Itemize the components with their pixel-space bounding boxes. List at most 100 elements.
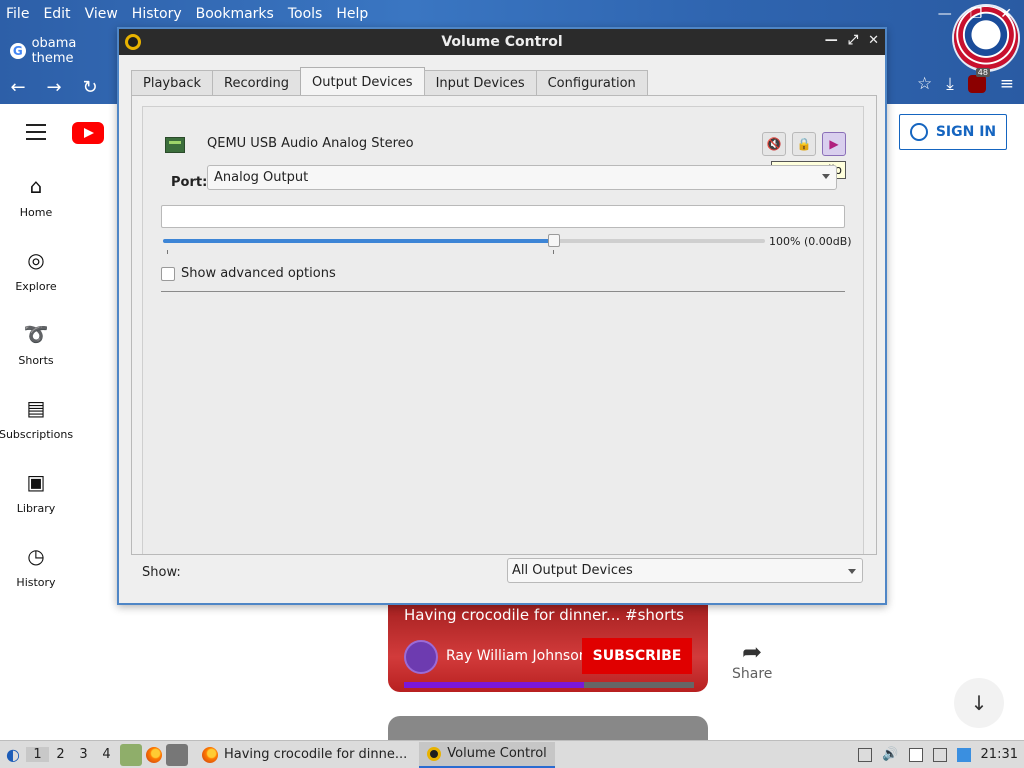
forward-icon[interactable]: → bbox=[36, 77, 72, 98]
tab-recording[interactable]: Recording bbox=[212, 70, 302, 96]
sound-card-icon bbox=[165, 137, 185, 153]
network-icon[interactable] bbox=[932, 747, 947, 762]
workspace-4[interactable]: 4 bbox=[95, 747, 118, 762]
start-menu-icon[interactable]: ◐ bbox=[0, 742, 26, 768]
sidebar-item-label: Subscriptions bbox=[0, 428, 74, 441]
workspace-3[interactable]: 3 bbox=[72, 747, 95, 762]
firefox-launcher-icon[interactable] bbox=[146, 746, 162, 763]
divider bbox=[161, 291, 845, 292]
advanced-options-checkbox[interactable] bbox=[161, 266, 175, 281]
library-icon: ▣ bbox=[26, 470, 46, 494]
shorts-icon: ➰ bbox=[23, 322, 49, 346]
home-icon: ⌂ bbox=[29, 174, 43, 198]
show-label: Show: bbox=[142, 565, 181, 580]
youtube-logo-icon[interactable] bbox=[72, 122, 104, 144]
video-progress-bar[interactable] bbox=[404, 682, 694, 688]
sidebar-item-library[interactable]: ▣ Library bbox=[0, 470, 72, 544]
close-icon[interactable]: ✕ bbox=[1000, 6, 1012, 22]
sidebar-item-history[interactable]: ◷ History bbox=[0, 544, 72, 618]
reload-icon[interactable]: ↻ bbox=[72, 77, 108, 98]
hamburger-menu-icon[interactable]: ≡ bbox=[1000, 74, 1014, 94]
sidebar-item-explore[interactable]: ◎ Explore bbox=[0, 248, 72, 322]
pavucontrol-icon bbox=[427, 746, 442, 761]
sidebar-item-shorts[interactable]: ➰ Shorts bbox=[0, 322, 72, 396]
menu-bookmarks[interactable]: Bookmarks bbox=[196, 6, 274, 22]
menu-view[interactable]: View bbox=[85, 6, 118, 22]
show-dropdown[interactable]: All Output Devices bbox=[507, 558, 863, 583]
history-icon: ◷ bbox=[27, 544, 45, 568]
short-video-card[interactable]: Having crocodile for dinner... #shorts R… bbox=[388, 604, 708, 692]
share-arrow-icon: ➦ bbox=[741, 638, 763, 666]
clipboard-icon[interactable] bbox=[908, 747, 923, 762]
scroll-down-icon[interactable]: ↓ bbox=[954, 678, 1004, 728]
task-volume-control[interactable]: Volume Control bbox=[419, 741, 555, 768]
task-firefox[interactable]: Having crocodile for dinne... bbox=[194, 742, 415, 768]
maximize-icon[interactable]: ❐ bbox=[970, 6, 983, 22]
file-manager-icon[interactable] bbox=[120, 743, 142, 766]
back-icon[interactable]: ← bbox=[0, 77, 36, 98]
show-value: All Output Devices bbox=[512, 563, 633, 578]
firefox-window-controls: — ❐ ✕ bbox=[938, 6, 1012, 22]
menu-history[interactable]: History bbox=[132, 6, 182, 22]
menu-help[interactable]: Help bbox=[336, 6, 368, 22]
system-tray: 🔊 21:31 bbox=[858, 747, 1024, 762]
advanced-options-label: Show advanced options bbox=[181, 266, 336, 281]
download-icon[interactable]: ⤓ bbox=[946, 74, 954, 94]
google-icon: G bbox=[10, 43, 26, 59]
minimize-icon[interactable]: — bbox=[938, 6, 952, 22]
sidebar-item-label: History bbox=[16, 576, 56, 589]
tray-app-icon[interactable] bbox=[858, 747, 873, 762]
tab-configuration[interactable]: Configuration bbox=[535, 70, 648, 96]
lock-channels-icon[interactable]: 🔒 bbox=[792, 132, 816, 156]
sidebar-item-label: Explore bbox=[15, 280, 57, 293]
sidebar-item-subscriptions[interactable]: ▤ Subscriptions bbox=[0, 396, 74, 470]
close-icon[interactable]: ✕ bbox=[868, 33, 879, 48]
port-label: Port: bbox=[171, 175, 208, 190]
yt-sidebar: ⌂ Home ◎ Explore ➰ Shorts ▤ Subscriptions ▣ L… bbox=[0, 174, 74, 618]
tab-output-devices[interactable]: Output Devices bbox=[300, 67, 425, 96]
device-name: QEMU USB Audio Analog Stereo bbox=[207, 136, 414, 151]
volume-slider-handle[interactable] bbox=[548, 234, 561, 247]
sign-in-button[interactable]: SIGN IN bbox=[899, 114, 1007, 150]
task-label: Having crocodile for dinne... bbox=[224, 747, 408, 762]
maximize-icon[interactable]: ⤢ bbox=[848, 33, 858, 48]
device-list: QEMU USB Audio Analog Stereo 🔇 🔒 ▶ Mute … bbox=[142, 106, 864, 554]
sidebar-item-home[interactable]: ⌂ Home bbox=[0, 174, 72, 248]
menu-tools[interactable]: Tools bbox=[288, 6, 323, 22]
task-label: Volume Control bbox=[447, 746, 547, 761]
video-progress-fill bbox=[404, 682, 584, 688]
volume-slider[interactable] bbox=[163, 234, 765, 247]
channel-name[interactable]: Ray William Johnson bbox=[446, 648, 588, 664]
notification-icon[interactable] bbox=[956, 747, 971, 762]
short-title[interactable]: Having crocodile for dinner... #shorts bbox=[404, 606, 684, 624]
firefox-tab[interactable]: G obama theme bbox=[0, 36, 120, 66]
pavucontrol-app-icon bbox=[125, 34, 141, 50]
share-button[interactable]: ➦ Share bbox=[732, 638, 772, 682]
tab-input-devices[interactable]: Input Devices bbox=[423, 70, 537, 96]
volume-control-window: Volume Control — ⤢ ✕ Playback Recording … bbox=[117, 27, 887, 605]
volume-icon[interactable]: 🔊 bbox=[882, 747, 898, 762]
menu-file[interactable]: File bbox=[6, 6, 29, 22]
channel-avatar[interactable] bbox=[404, 640, 438, 674]
menu-edit[interactable]: Edit bbox=[43, 6, 70, 22]
account-icon bbox=[909, 123, 928, 141]
workspace-1[interactable]: 1 bbox=[26, 747, 49, 762]
tab-playback[interactable]: Playback bbox=[131, 70, 214, 96]
tab-bar: Playback Recording Output Devices Input … bbox=[131, 67, 648, 96]
window-titlebar[interactable]: Volume Control — ⤢ ✕ bbox=[119, 29, 885, 55]
sidebar-item-label: Library bbox=[16, 502, 56, 515]
bookmark-star-icon[interactable]: ☆ bbox=[917, 74, 932, 94]
advanced-options-toggle[interactable]: Show advanced options bbox=[161, 266, 336, 281]
subscribe-button[interactable]: SUBSCRIBE bbox=[582, 638, 692, 674]
next-short-card[interactable] bbox=[388, 716, 708, 740]
port-dropdown[interactable]: Analog Output bbox=[207, 165, 837, 190]
set-default-icon[interactable]: ▶ bbox=[822, 132, 846, 156]
ublock-icon[interactable]: 48 bbox=[967, 68, 990, 93]
minimize-icon[interactable]: — bbox=[825, 33, 838, 48]
workspace-2[interactable]: 2 bbox=[49, 747, 72, 762]
terminal-icon[interactable] bbox=[166, 743, 188, 766]
window-title: Volume Control bbox=[441, 34, 563, 50]
yt-menu-icon[interactable] bbox=[26, 124, 46, 145]
clock[interactable]: 21:31 bbox=[981, 747, 1018, 762]
mute-toggle-icon[interactable]: 🔇 bbox=[762, 132, 786, 156]
